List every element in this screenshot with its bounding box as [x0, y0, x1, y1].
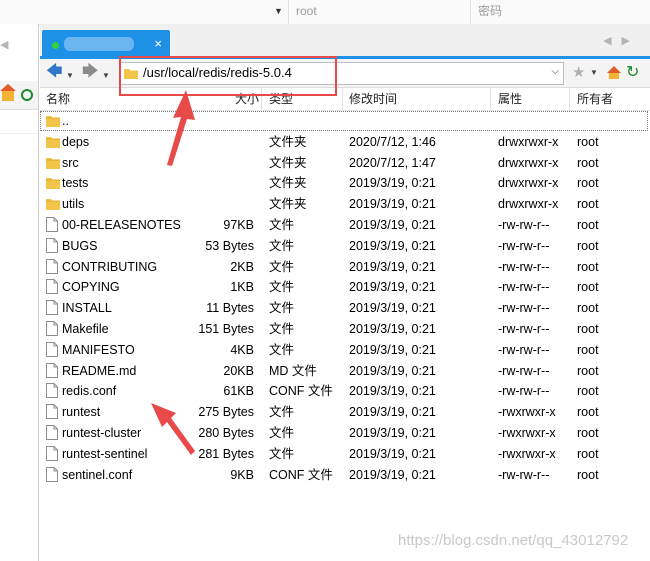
watermark-text: https://blog.csdn.net/qq_43012792: [398, 532, 629, 549]
annotation-arrows: [151, 90, 195, 455]
annotation-arrow-up: [167, 90, 195, 166]
annotation-arrow-down: [151, 403, 195, 455]
